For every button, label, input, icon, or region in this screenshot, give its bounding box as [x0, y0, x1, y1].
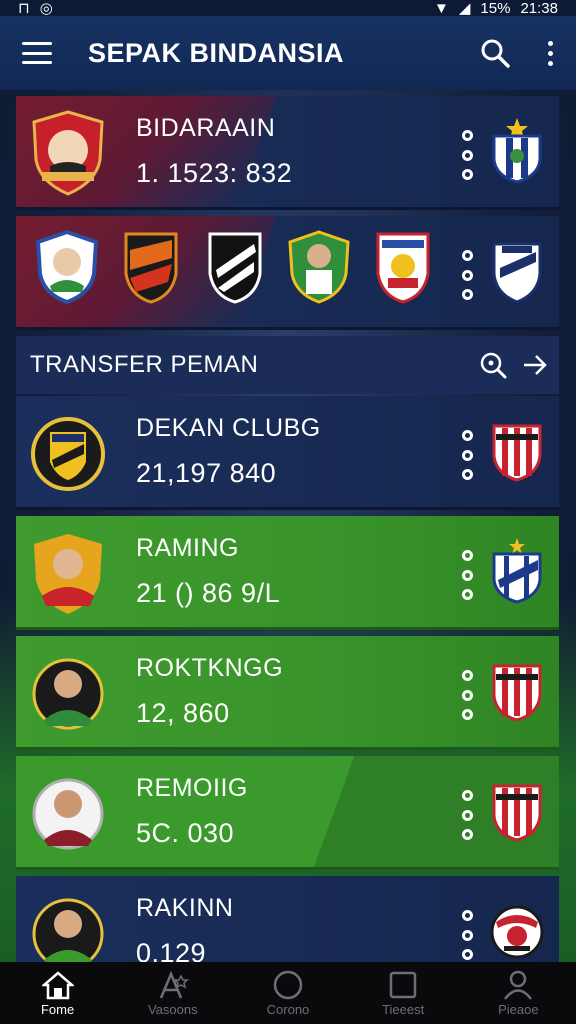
app-title: SEPAK BINDANSIA: [88, 37, 345, 68]
player-name: RAMING: [136, 534, 239, 562]
player-name: RAKINN: [136, 894, 234, 922]
signal-icon: ◢: [458, 0, 471, 17]
nav-item-vasoons[interactable]: Vasoons: [123, 970, 223, 1017]
zoom-search-icon[interactable]: [479, 351, 507, 379]
nav-item-tieeest[interactable]: Tieeest: [353, 970, 453, 1017]
profile-icon: [504, 970, 533, 1000]
transfer-value: 5C. 030: [136, 818, 235, 848]
home-icon: [41, 970, 74, 999]
overflow-menu-icon[interactable]: [548, 40, 554, 66]
more-options-icon[interactable]: [460, 550, 474, 600]
list-item-player[interactable]: ROKTKNGG 12, 860: [16, 636, 559, 750]
star-icon: [159, 970, 189, 998]
nav-label: Pieaoe: [498, 1001, 539, 1017]
transfer-value: 12, 860: [136, 698, 230, 728]
more-options-icon[interactable]: [460, 670, 474, 720]
search-icon[interactable]: [480, 38, 510, 68]
bottom-navigation: Fome Vasoons Corono Tieeest Pieaoe: [0, 962, 576, 1024]
club-badge-icon: [492, 538, 542, 604]
transfer-value: 21,197 840: [136, 458, 277, 488]
club-badges-row[interactable]: [16, 216, 559, 330]
club-badge-icon: [124, 232, 178, 304]
sync-icon: ◎: [39, 0, 53, 17]
square-icon: [389, 971, 417, 998]
more-options-icon[interactable]: [460, 790, 474, 840]
nav-label: Fome: [40, 1001, 75, 1017]
more-options-icon[interactable]: [460, 250, 474, 300]
player-avatar-badge: [36, 230, 98, 304]
notification-icon: ⊓: [18, 0, 30, 17]
player-name: ROKTKNGG: [136, 654, 284, 682]
club-badge-icon: [208, 232, 262, 304]
list-item-player[interactable]: DEKAN CLUBG 21,197 840: [16, 396, 559, 510]
section-title: TRANSFER PEMAN: [30, 351, 259, 378]
arrow-right-icon[interactable]: [521, 351, 549, 379]
nav-label: Corono: [266, 1001, 310, 1017]
nav-item-pieaoe[interactable]: Pieaoe: [468, 970, 568, 1017]
list-item-player[interactable]: REMOIIG 5C. 030: [16, 756, 559, 870]
transfer-value: 1. 1523: 832: [136, 158, 293, 188]
club-badge-icon: [490, 905, 544, 959]
more-options-icon[interactable]: [460, 430, 474, 480]
clock: 21:38: [520, 0, 558, 17]
nav-item-home[interactable]: Fome: [8, 970, 108, 1017]
transfer-value: 21 () 86 9/L: [136, 578, 281, 608]
player-name: BIDARAAIN: [136, 114, 276, 142]
section-header-transfer: TRANSFER PEMAN: [16, 336, 559, 394]
menu-icon[interactable]: [22, 42, 52, 64]
club-badge-icon: [492, 118, 542, 184]
battery-level: 15%: [480, 0, 511, 17]
club-badge-icon: [492, 242, 542, 304]
more-options-icon[interactable]: [460, 130, 474, 180]
player-name: DEKAN CLUBG: [136, 414, 321, 442]
club-badge-icon: [376, 232, 430, 304]
player-list: BIDARAAIN 1. 1523: 832 TRANSFER PEMAN DE…: [16, 96, 559, 996]
club-badge-icon: [492, 664, 542, 722]
player-name: REMOIIG: [136, 774, 248, 802]
more-options-icon[interactable]: [460, 910, 474, 960]
player-avatar: [34, 534, 102, 614]
club-crest-avatar: [31, 417, 105, 491]
player-avatar: [32, 658, 104, 730]
club-badge-icon: [492, 784, 542, 842]
status-bar: ⊓ ◎ ▼ ◢ 15% 21:38: [0, 0, 576, 17]
nav-item-corono[interactable]: Corono: [238, 970, 338, 1017]
list-item-player[interactable]: RAMING 21 () 86 9/L: [16, 516, 559, 630]
nav-label: Tieeest: [382, 1001, 425, 1017]
player-avatar: [32, 778, 104, 850]
app-bar: SEPAK BINDANSIA: [0, 16, 576, 90]
nav-label: Vasoons: [147, 1001, 198, 1017]
club-badge-icon: [492, 424, 542, 482]
circle-icon: [273, 970, 303, 999]
player-avatar-badge: [288, 230, 350, 304]
wifi-icon: ▼: [434, 0, 449, 17]
club-crest-avatar: [32, 110, 104, 196]
list-item-player[interactable]: BIDARAAIN 1. 1523: 832: [16, 96, 559, 210]
